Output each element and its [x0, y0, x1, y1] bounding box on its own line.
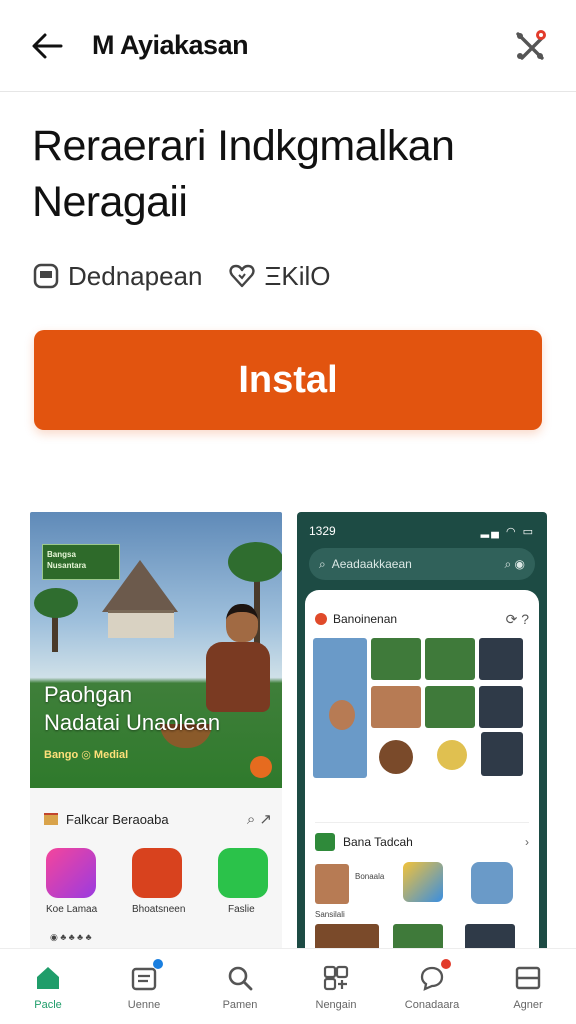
photo-thumbnail: [479, 638, 523, 680]
nav-label: Pamen: [222, 999, 258, 1011]
notification-badge: [153, 959, 163, 969]
notification-badge: [441, 959, 451, 969]
mini-icons: ◉ ♣ ♣ ♣ ♣: [50, 932, 92, 942]
bottom-navigation: Pacle Uenne Pamen Nengain Conadaara Agne…: [0, 948, 576, 1024]
back-button[interactable]: [26, 28, 68, 64]
photo-thumbnail: [479, 686, 523, 728]
hero-headline-2: Nadatai Unaolean: [44, 710, 221, 735]
card-title: Banoinenan: [333, 612, 398, 626]
nav-item-window[interactable]: Agner: [480, 949, 576, 1024]
photo-thumbnail: [371, 686, 421, 728]
nav-label: Agner: [513, 999, 543, 1011]
nav-label: Uenne: [127, 999, 161, 1011]
rating-item: ΞKilO: [228, 261, 330, 292]
nav-item-search[interactable]: Pamen: [192, 949, 288, 1024]
panel-title: Falkcar Beraoaba: [66, 811, 169, 827]
compass-icon: [471, 862, 513, 904]
search-placeholder: Aeadaakkaean: [331, 557, 412, 571]
section-caption: Bonaala: [355, 872, 385, 881]
developer-link[interactable]: Dednapean: [32, 261, 202, 292]
search-icon: ⌕ ◉: [504, 556, 525, 571]
person-head: [226, 604, 258, 642]
photo-thumbnail: [425, 638, 475, 680]
screenshot-2[interactable]: 1329 ▂▄ ◠ ▭ ⌕ Aeadaakkaean ⌕ ◉ Banoinena…: [297, 512, 547, 952]
status-time: 1329: [309, 524, 336, 538]
store-icon: [33, 263, 59, 289]
tile-label: Bhoatsneen: [132, 904, 186, 915]
pavilion-roof: [102, 560, 178, 612]
chevron-right-icon: ›: [525, 834, 529, 849]
pavilion-base: [108, 610, 174, 638]
phone-icon: [218, 848, 268, 898]
photo-thumbnail: [371, 638, 421, 680]
home-icon: [37, 967, 59, 989]
app-tile-icon: [46, 848, 96, 898]
nav-item-chat[interactable]: Conadaara: [384, 949, 480, 1024]
palm-leaves: [34, 588, 78, 618]
nav-item-news[interactable]: Uenne: [96, 949, 192, 1024]
nav-item-home[interactable]: Pacle: [0, 949, 96, 1024]
face-thumbnail: [329, 700, 355, 730]
window-icon: [515, 966, 541, 990]
apps-icon: [323, 965, 349, 991]
news-icon: [129, 959, 163, 993]
hero-subline: Bango ◎ Medial: [44, 749, 129, 761]
status-icons: ▂▄ ◠ ▭: [480, 525, 535, 538]
card-header: Banoinenan ⟳ ?: [315, 608, 529, 630]
hero-headline-1: Paohgan: [44, 682, 133, 707]
share-button[interactable]: [510, 26, 550, 66]
folder-icon: [315, 832, 335, 851]
food-thumbnail: [379, 740, 413, 774]
photo-thumbnail: [481, 732, 523, 776]
caption-list: Sansilali: [315, 910, 345, 919]
palm-leaves: [228, 542, 282, 582]
search-icon: ⌕: [319, 556, 326, 571]
photo-thumbnail: [425, 686, 475, 728]
nav-label: Pacle: [34, 999, 62, 1011]
share-icon: [516, 30, 546, 60]
chat-icon: [417, 959, 451, 993]
rating-text: ΞKilO: [264, 260, 331, 291]
header-title: M Ayiakasan: [92, 30, 249, 60]
install-button[interactable]: Instal: [34, 330, 542, 430]
app-detail-screen: M Ayiakasan Reraerari Indkgmalkan Neraga…: [0, 0, 576, 1024]
photo-thumbnail: [315, 864, 349, 904]
search-bar: ⌕ Aeadaakkaean ⌕ ◉: [309, 548, 535, 580]
badge-thumbnail: [437, 740, 467, 770]
section-title: Bana Tadcah: [343, 834, 413, 849]
person-body: [206, 642, 270, 712]
status-bar: 1329 ▂▄ ◠ ▭: [309, 522, 535, 540]
nav-item-apps[interactable]: Nengain: [288, 949, 384, 1024]
arrow-left-icon: [32, 33, 63, 59]
content-card: Banoinenan ⟳ ? Bana Tadcah › Bonaala San…: [305, 590, 539, 952]
heart-icon: [229, 264, 256, 288]
top-app-bar: M Ayiakasan: [0, 0, 576, 92]
flag-icon: [44, 813, 58, 825]
drive-icon: [403, 862, 443, 902]
nav-label: Conadaara: [404, 999, 460, 1011]
tile-label: Koe Lamaa: [46, 904, 98, 915]
search-icon: ⌕ ↗: [246, 811, 272, 828]
play-icon: [250, 756, 272, 778]
nav-label: Nengain: [315, 999, 357, 1011]
logo-icon: [315, 613, 327, 625]
tile-label: Faslie: [228, 904, 255, 915]
app-tile-icon: [132, 848, 182, 898]
refresh-icon: ⟳ ?: [505, 610, 529, 627]
app-title: Reraerari Indkgmalkan Neragaii: [32, 122, 455, 226]
hero-image: Bangsa Nusantara Paohgan Nadatai Unaolea…: [30, 512, 282, 788]
section-header: Bana Tadcah ›: [315, 822, 529, 852]
app-meta-row: Dednapean ΞKilO: [32, 256, 330, 296]
panel-header: Falkcar Beraoaba ⌕ ↗: [44, 806, 272, 832]
apps-panel: Falkcar Beraoaba ⌕ ↗ Koe Lamaa Bhoatsnee…: [30, 788, 282, 952]
screenshot-1[interactable]: Bangsa Nusantara Paohgan Nadatai Unaolea…: [30, 512, 282, 952]
developer-name: Dednapean: [68, 260, 203, 291]
search-icon: [228, 966, 253, 991]
